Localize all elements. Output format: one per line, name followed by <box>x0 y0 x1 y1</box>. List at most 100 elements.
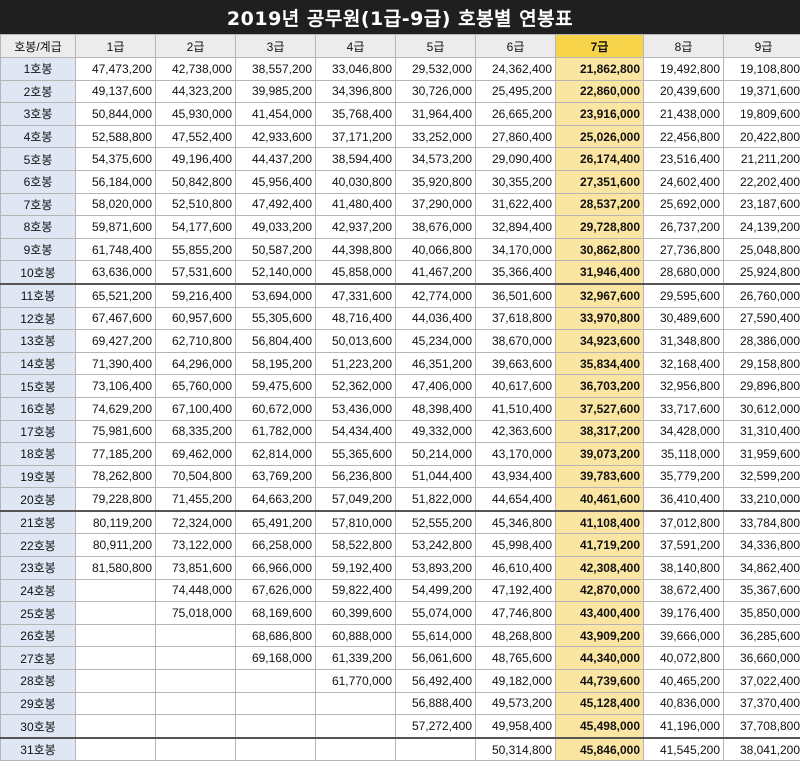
salary-cell: 61,748,400 <box>76 238 156 261</box>
row-header: 7호봉 <box>1 193 76 216</box>
salary-cell: 32,894,400 <box>476 216 556 239</box>
salary-cell: 49,033,200 <box>236 216 316 239</box>
salary-cell: 66,966,000 <box>236 557 316 580</box>
salary-cell: 75,981,600 <box>76 420 156 443</box>
salary-cell: 50,214,000 <box>396 443 476 466</box>
salary-cell: 68,686,800 <box>236 624 316 647</box>
salary-cell: 60,399,600 <box>316 602 396 625</box>
salary-cell: 68,169,600 <box>236 602 316 625</box>
salary-cell: 52,362,000 <box>316 375 396 398</box>
salary-cell: 54,434,400 <box>316 420 396 443</box>
salary-cell: 49,196,400 <box>156 148 236 171</box>
salary-cell: 41,510,400 <box>476 397 556 420</box>
row-header: 22호봉 <box>1 534 76 557</box>
salary-cell: 47,552,400 <box>156 125 236 148</box>
salary-cell: 26,174,400 <box>556 148 644 171</box>
salary-cell <box>236 670 316 693</box>
salary-cell: 54,177,600 <box>156 216 236 239</box>
salary-cell: 78,262,800 <box>76 465 156 488</box>
row-header: 4호봉 <box>1 125 76 148</box>
salary-cell: 59,871,600 <box>76 216 156 239</box>
salary-cell: 43,909,200 <box>556 624 644 647</box>
salary-cell: 29,158,800 <box>724 352 800 375</box>
salary-cell: 37,370,400 <box>724 692 800 715</box>
salary-cell: 35,768,400 <box>316 103 396 126</box>
salary-cell: 55,305,600 <box>236 307 316 330</box>
table-row: 29호봉56,888,40049,573,20045,128,40040,836… <box>1 692 800 715</box>
salary-cell: 28,680,000 <box>644 261 724 284</box>
table-row: 2호봉49,137,60044,323,20039,985,20034,396,… <box>1 80 800 103</box>
salary-cell: 48,268,800 <box>476 624 556 647</box>
table-row: 17호봉75,981,60068,335,20061,782,00054,434… <box>1 420 800 443</box>
salary-cell: 52,510,800 <box>156 193 236 216</box>
salary-cell: 33,717,600 <box>644 397 724 420</box>
salary-cell: 19,492,800 <box>644 58 724 81</box>
salary-cell: 51,822,000 <box>396 488 476 511</box>
salary-cell: 30,612,000 <box>724 397 800 420</box>
table-row: 24호봉74,448,00067,626,00059,822,40054,499… <box>1 579 800 602</box>
salary-cell: 42,308,400 <box>556 557 644 580</box>
table-row: 28호봉61,770,00056,492,40049,182,00044,739… <box>1 670 800 693</box>
salary-cell: 29,595,600 <box>644 284 724 307</box>
salary-cell <box>156 624 236 647</box>
column-header: 6급 <box>476 35 556 58</box>
salary-cell: 51,044,400 <box>396 465 476 488</box>
salary-cell: 35,779,200 <box>644 465 724 488</box>
header-corner-cell: 호봉/계급 <box>1 35 76 58</box>
salary-cell: 32,956,800 <box>644 375 724 398</box>
table-row: 19호봉78,262,80070,504,80063,769,20056,236… <box>1 465 800 488</box>
table-row: 20호봉79,228,80071,455,20064,663,20057,049… <box>1 488 800 511</box>
salary-cell: 44,036,400 <box>396 307 476 330</box>
salary-cell: 68,335,200 <box>156 420 236 443</box>
salary-cell: 41,454,000 <box>236 103 316 126</box>
salary-cell: 31,959,600 <box>724 443 800 466</box>
salary-cell: 41,719,200 <box>556 534 644 557</box>
salary-cell: 21,862,800 <box>556 58 644 81</box>
salary-cell: 50,587,200 <box>236 238 316 261</box>
salary-cell <box>156 715 236 738</box>
salary-cell: 35,118,000 <box>644 443 724 466</box>
salary-cell: 53,694,000 <box>236 284 316 307</box>
row-header: 24호봉 <box>1 579 76 602</box>
column-header: 9급 <box>724 35 800 58</box>
salary-cell: 45,234,000 <box>396 330 476 353</box>
salary-cell: 52,140,000 <box>236 261 316 284</box>
salary-cell: 72,324,000 <box>156 511 236 534</box>
salary-cell: 61,339,200 <box>316 647 396 670</box>
salary-cell: 55,365,600 <box>316 443 396 466</box>
salary-cell: 27,351,600 <box>556 170 644 193</box>
salary-cell <box>76 647 156 670</box>
salary-cell: 40,465,200 <box>644 670 724 693</box>
salary-cell: 69,462,000 <box>156 443 236 466</box>
salary-cell: 71,390,400 <box>76 352 156 375</box>
salary-cell: 45,128,400 <box>556 692 644 715</box>
salary-cell: 27,860,400 <box>476 125 556 148</box>
salary-cell: 21,211,200 <box>724 148 800 171</box>
salary-cell: 32,168,400 <box>644 352 724 375</box>
salary-cell: 23,516,400 <box>644 148 724 171</box>
salary-cell <box>76 692 156 715</box>
row-header: 15호봉 <box>1 375 76 398</box>
salary-cell: 36,703,200 <box>556 375 644 398</box>
salary-cell: 41,480,400 <box>316 193 396 216</box>
salary-cell <box>76 738 156 761</box>
salary-cell: 28,386,000 <box>724 330 800 353</box>
row-header: 11호봉 <box>1 284 76 307</box>
salary-cell: 58,020,000 <box>76 193 156 216</box>
salary-cell: 42,937,200 <box>316 216 396 239</box>
salary-cell: 35,920,800 <box>396 170 476 193</box>
salary-cell <box>236 715 316 738</box>
salary-cell <box>316 715 396 738</box>
salary-cell: 37,022,400 <box>724 670 800 693</box>
salary-cell: 34,170,000 <box>476 238 556 261</box>
row-header: 25호봉 <box>1 602 76 625</box>
salary-cell: 30,489,600 <box>644 307 724 330</box>
salary-cell <box>316 692 396 715</box>
salary-cell: 50,842,800 <box>156 170 236 193</box>
header-row: 호봉/계급1급2급3급4급5급6급7급8급9급 <box>1 35 800 58</box>
salary-cell: 56,888,400 <box>396 692 476 715</box>
salary-cell: 31,622,400 <box>476 193 556 216</box>
salary-cell: 34,862,400 <box>724 557 800 580</box>
row-header: 29호봉 <box>1 692 76 715</box>
table-row: 1호봉47,473,20042,738,00038,557,20033,046,… <box>1 58 800 81</box>
